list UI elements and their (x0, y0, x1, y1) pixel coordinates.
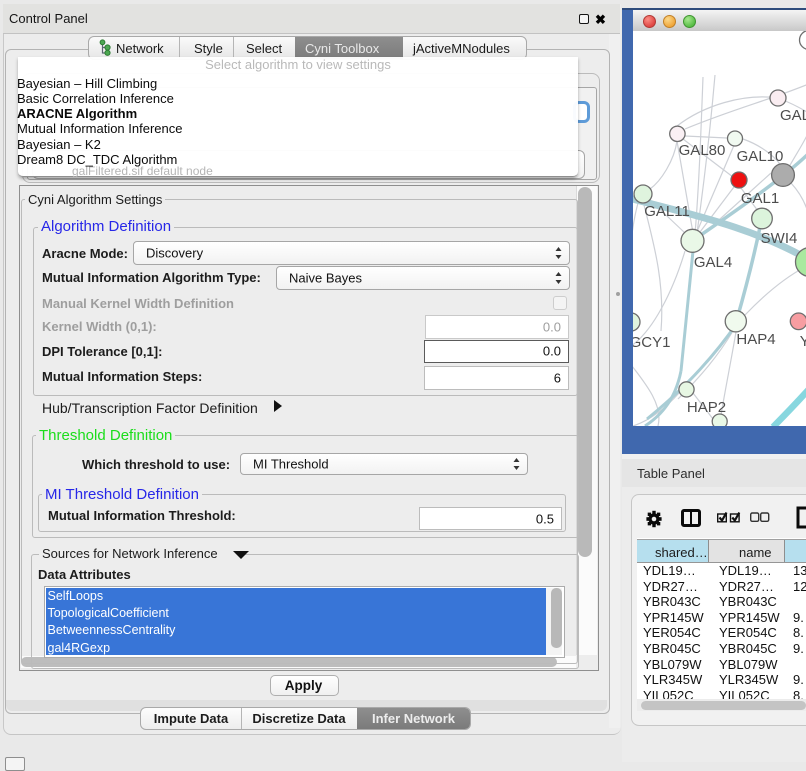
svg-text:GAL11: GAL11 (644, 203, 690, 220)
svg-text:HAP4: HAP4 (736, 331, 775, 348)
svg-text:GAL80: GAL80 (679, 142, 726, 159)
svg-text:GAL10: GAL10 (737, 148, 784, 165)
svg-text:GAL1: GAL1 (741, 190, 779, 207)
svg-text:HAP2: HAP2 (687, 399, 726, 416)
svg-text:GCY1: GCY1 (633, 334, 670, 351)
svg-text:GAL4: GAL4 (694, 254, 732, 271)
svg-text:GAL8: GAL8 (780, 107, 806, 124)
svg-text:Y: Y (800, 333, 806, 350)
svg-text:SWI4: SWI4 (761, 230, 798, 247)
